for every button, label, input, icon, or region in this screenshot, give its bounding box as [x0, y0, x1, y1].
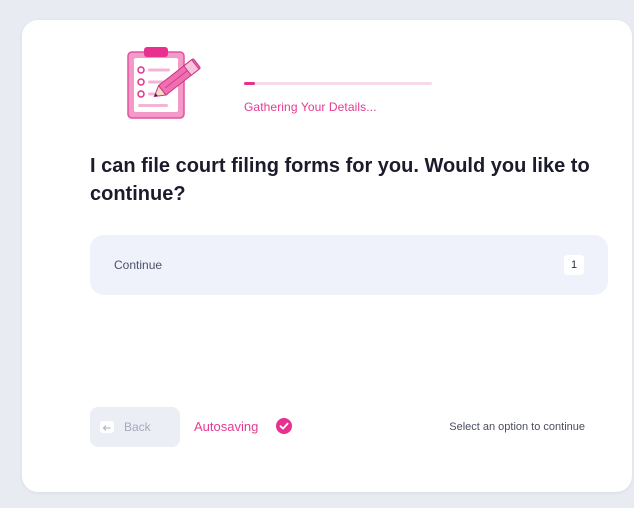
back-button[interactable]: Back — [90, 407, 180, 447]
progress-label: Gathering Your Details... — [244, 100, 377, 114]
option-label: Continue — [114, 258, 163, 272]
check-circle-icon — [276, 418, 292, 434]
back-label: Back — [124, 420, 151, 434]
progress-bar-fill — [244, 82, 256, 85]
option-shortcut-key: 1 — [564, 255, 584, 275]
autosave-status: Autosaving — [194, 419, 259, 434]
form-card: Gathering Your Details... I can file cou… — [22, 20, 632, 492]
clipboard-pencil-icon — [127, 47, 201, 119]
back-arrow-icon — [100, 421, 114, 433]
option-continue[interactable]: Continue 1 — [90, 235, 608, 295]
helper-text: Select an option to continue — [449, 421, 585, 433]
question-title: I can file court filing forms for you. W… — [90, 155, 590, 205]
progress-bar — [244, 82, 432, 85]
